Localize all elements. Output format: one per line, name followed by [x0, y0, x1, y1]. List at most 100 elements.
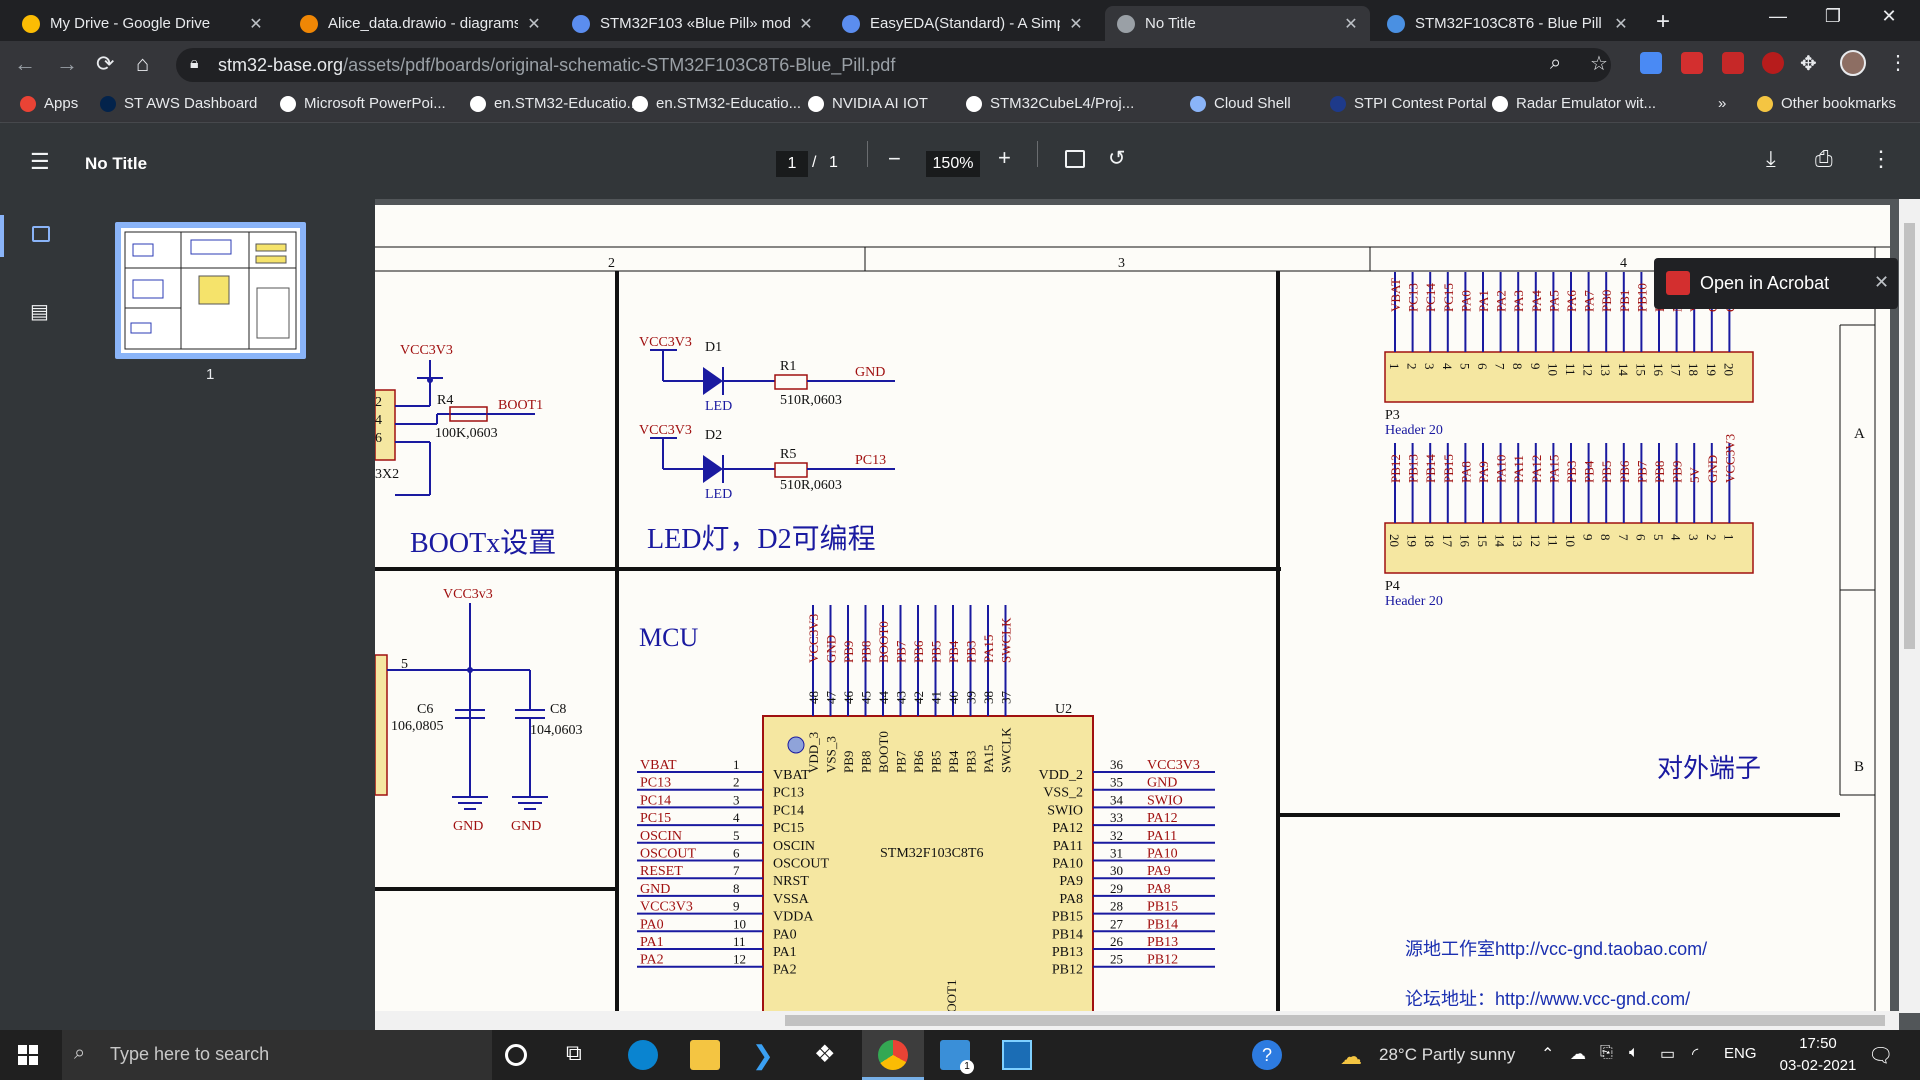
tab-2[interactable]: Alice_data.drawio - diagrams.net ✕ — [288, 6, 553, 41]
outline-icon[interactable]: ▤ — [30, 299, 49, 324]
profile-avatar[interactable] — [1840, 50, 1866, 76]
help-icon[interactable]: ? — [1252, 1040, 1282, 1070]
left-net-label: VBAT — [640, 758, 677, 773]
bookmark-item[interactable]: en.STM32-Educatio... — [632, 95, 801, 112]
pin-number: 47 — [824, 691, 839, 705]
tab-close-icon[interactable]: ✕ — [1343, 14, 1359, 34]
rotate-icon[interactable]: ↺ — [1108, 146, 1126, 171]
page-number-input[interactable]: 1 — [776, 151, 808, 177]
acrobat-extension-icon[interactable] — [1681, 52, 1703, 74]
pin-name: OSCOUT — [773, 857, 829, 872]
zoom-icon[interactable]: ⌕ — [1550, 52, 1561, 75]
edge-icon[interactable] — [628, 1040, 658, 1070]
vscode-icon[interactable]: ❯ — [752, 1040, 782, 1070]
bookmark-label: Radar Emulator wit... — [1516, 95, 1657, 112]
vertical-scrollbar[interactable] — [1899, 199, 1920, 1013]
weather-text[interactable]: 28°C Partly sunny — [1379, 1045, 1515, 1065]
reload-button[interactable]: ⟳ — [96, 51, 114, 77]
weather-icon[interactable]: ☁ — [1340, 1044, 1362, 1070]
bookmark-item[interactable]: en.STM32-Educatio... — [470, 95, 639, 112]
bookmark-item[interactable]: Apps — [20, 95, 78, 112]
restore-button[interactable]: ❐ — [1810, 6, 1856, 27]
thumbnails-icon[interactable] — [32, 226, 50, 242]
tab-4[interactable]: EasyEDA(Standard) - A Simple ✕ — [830, 6, 1098, 41]
taskbar-search-box[interactable]: ⌕ Type here to search — [62, 1030, 492, 1080]
extensions-puzzle-icon[interactable]: ✥ — [1800, 51, 1817, 76]
column-number: 2 — [608, 256, 615, 271]
horizontal-scrollbar[interactable] — [375, 1011, 1899, 1030]
bookmark-star-icon[interactable]: ☆ — [1590, 51, 1608, 76]
battery-icon[interactable]: ▭ — [1660, 1044, 1675, 1064]
chrome-icon[interactable] — [878, 1040, 908, 1070]
print-icon[interactable]: ⎙ — [1815, 146, 1833, 172]
wifi-icon[interactable]: ◜ — [1692, 1044, 1698, 1064]
bookmark-item[interactable]: Microsoft PowerPoi... — [280, 95, 446, 112]
tab-close-icon[interactable]: ✕ — [1613, 14, 1629, 34]
left-net-label: PC13 — [640, 776, 671, 791]
vertical-scroll-thumb[interactable] — [1904, 223, 1915, 649]
pdf-viewer[interactable]: 2 3 4 A B 2 4 6 3X2 VCC3V3 R4 100K,0603 BOOT1 BOOTx设置… — [375, 199, 1920, 1030]
zoom-out-icon[interactable]: − — [888, 146, 901, 172]
zoom-level-input[interactable]: 150% — [926, 151, 980, 177]
task-view-icon[interactable]: ⧉ — [566, 1040, 596, 1070]
horizontal-scroll-thumb[interactable] — [785, 1015, 1885, 1026]
shield-extension-icon[interactable] — [1722, 52, 1744, 74]
tab-close-icon[interactable]: ✕ — [248, 14, 264, 34]
bookmark-item[interactable]: STPI Contest Portal — [1330, 95, 1487, 112]
back-button[interactable]: ← — [14, 51, 36, 77]
new-tab-button[interactable]: + — [1656, 8, 1670, 36]
pin-number: 36 — [1110, 757, 1124, 772]
notification-icon[interactable]: 🗨︎ — [1868, 1043, 1893, 1068]
pin-number: 45 — [859, 691, 874, 704]
bookmarks-overflow-button[interactable]: » — [1718, 95, 1726, 112]
tab-close-icon[interactable]: ✕ — [526, 14, 542, 34]
url-text[interactable]: stm32-base.org/assets/pdf/boards/origina… — [218, 55, 895, 76]
lock-icon[interactable]: 🔒︎ — [190, 55, 199, 73]
tray-chevron-icon[interactable]: ⌃ — [1541, 1044, 1554, 1064]
sidebar-menu-icon[interactable]: ☰ — [30, 149, 50, 175]
volume-icon[interactable]: 🔈︎ — [1629, 1044, 1639, 1062]
page-thumbnail[interactable] — [121, 228, 300, 353]
zoom-in-icon[interactable]: + — [998, 145, 1011, 171]
ublock-extension-icon[interactable] — [1762, 52, 1784, 74]
language-indicator[interactable]: ENG — [1724, 1045, 1757, 1062]
windows-start-icon[interactable] — [18, 1045, 38, 1065]
forward-button[interactable]: → — [56, 51, 78, 77]
clock-date[interactable]: 03-02-2021 — [1770, 1057, 1866, 1074]
bookmark-item[interactable]: Other bookmarks — [1757, 95, 1896, 112]
tab-1[interactable]: My Drive - Google Drive ✕ — [10, 6, 280, 41]
onedrive-icon[interactable]: ☁ — [1570, 1044, 1586, 1064]
file-explorer-icon[interactable] — [690, 1040, 720, 1070]
pdf-more-icon[interactable]: ⋮ — [1870, 146, 1892, 172]
minimize-button[interactable]: — — [1755, 6, 1801, 27]
clock-time[interactable]: 17:50 — [1790, 1035, 1846, 1052]
tab-5[interactable]: No Title ✕ — [1105, 6, 1370, 41]
device-icon[interactable]: ⎘ — [1600, 1044, 1613, 1062]
bookmark-item[interactable]: NVIDIA AI IOT — [808, 95, 928, 112]
header-net-label: PB8 — [1652, 461, 1667, 483]
chrome-menu-icon[interactable]: ⋮ — [1888, 50, 1908, 75]
tab-close-icon[interactable]: ✕ — [1068, 14, 1084, 34]
pin-number: 35 — [1110, 775, 1123, 790]
download-icon[interactable]: ⤓ — [1766, 146, 1776, 172]
bookmark-item[interactable]: ST AWS Dashboard — [100, 95, 257, 112]
bookmark-item[interactable]: STM32CubeL4/Proj... — [966, 95, 1134, 112]
cortana-icon[interactable] — [505, 1044, 527, 1066]
pin-number: 13 — [1510, 534, 1525, 547]
home-button[interactable]: ⌂ — [136, 51, 149, 77]
close-banner-icon[interactable]: ✕ — [1874, 272, 1889, 293]
open-in-acrobat-banner[interactable]: Open in Acrobat ✕ — [1654, 258, 1898, 309]
dropbox-icon[interactable]: ❖ — [814, 1040, 844, 1070]
tab-3[interactable]: STM32F103 «Blue Pill» module ✕ — [560, 6, 822, 41]
tab-close-icon[interactable]: ✕ — [798, 14, 814, 34]
stm32cube-icon[interactable] — [1002, 1040, 1032, 1070]
pin-number: 10 — [1545, 363, 1560, 376]
left-net-label: PA1 — [640, 935, 664, 950]
bookmark-item[interactable]: Radar Emulator wit... — [1492, 95, 1656, 112]
net-label: BOOT1 — [498, 398, 543, 413]
close-window-button[interactable]: ✕ — [1866, 6, 1912, 27]
tab-6[interactable]: STM32F103C8T6 - Blue Pill | S ✕ — [1375, 6, 1640, 41]
screenshot-extension-icon[interactable] — [1640, 52, 1662, 74]
fit-page-icon[interactable] — [1065, 150, 1085, 168]
bookmark-item[interactable]: Cloud Shell — [1190, 95, 1291, 112]
